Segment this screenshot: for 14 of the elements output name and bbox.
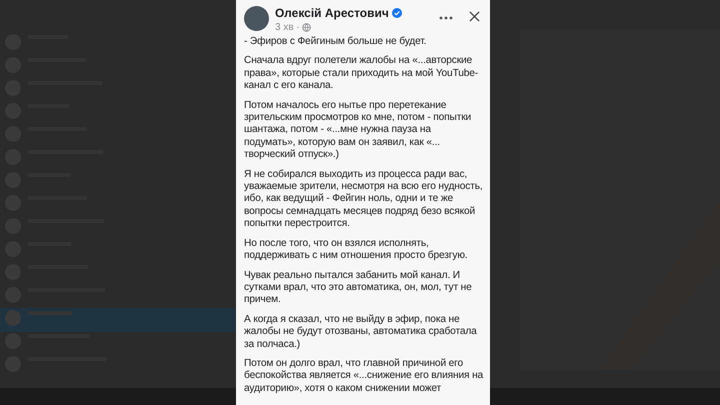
post-paragraph: Я не собирался выходить из процесса ради вас, уважаемые зрители, несмотря на всю его нудность, ибо, как ведущий - Фейгин ноль, одни и те же вопросы семнадцать месяцев подряд безо всякой попытки перестроится. — [244, 168, 484, 231]
post-paragraph: Потом началось его нытье про перетекание зрительским просмотров ко мне, потом - попытки шантажа, потом - «...мне нужна пауза на подумать», которую вам он заявил, как «... творческий отпуск».) — [244, 100, 472, 162]
author-name[interactable]: Олексій Арестович — [275, 6, 389, 20]
post-paragraph: А когда я сказал, что не выйду в эфир, пока не жалобы не будут отозваны, автоматика сработала за полчаса.) — [244, 314, 478, 351]
close-icon[interactable] — [469, 11, 480, 22]
post-paragraph: - Эфиров с Фейгиным больше не будет. — [244, 36, 428, 48]
post-paragraph: Но после того, что он взялся исполнять, поддерживать с ним отношения просто брезгую. — [244, 238, 468, 262]
globe-icon — [302, 23, 311, 32]
more-icon[interactable] — [439, 16, 453, 20]
post-paragraph: Чувак реально пытался забанить мой канал. И сутками врал, что это автоматика, он, мол, тут не причем. — [244, 270, 473, 307]
post-time: 3 хв · — [275, 22, 300, 33]
avatar — [244, 6, 269, 31]
post-paragraph: Сначала вдруг полетели жалобы на «...авторские права», которые стали приходить на мой YouTube-канал с его канала. — [244, 55, 480, 93]
post-paragraph: Потом он долго врал, что главной причиной его беспокойства является «...снижение его влияния на аудиторию», хотя о каком снижении может — [244, 358, 484, 396]
